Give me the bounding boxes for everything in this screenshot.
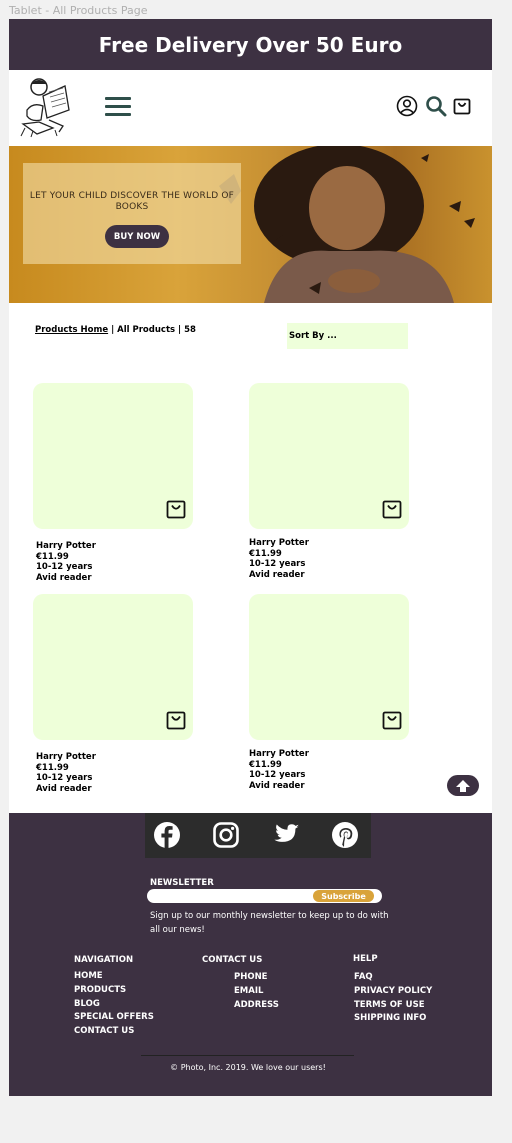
footer-link-email[interactable]: EMAIL [234, 985, 279, 999]
help-title: HELP [353, 954, 378, 964]
product-title[interactable]: Harry Potter [36, 541, 96, 552]
navigation-title: NAVIGATION [74, 955, 134, 965]
sort-dropdown[interactable]: Sort By ... [287, 323, 408, 349]
buy-now-button[interactable]: BUY NOW [105, 225, 169, 248]
hero-text-panel: LET YOUR CHILD DISCOVER THE WORLD OF BOO… [23, 163, 241, 264]
navigation-links: HOME PRODUCTS BLOG SPECIAL OFFERS CONTAC… [74, 970, 154, 1039]
hero-headline: LET YOUR CHILD DISCOVER THE WORLD OF BOO… [29, 191, 235, 212]
product-image[interactable] [249, 383, 409, 529]
add-to-cart-icon[interactable] [382, 498, 402, 520]
footer-link-terms-of-use[interactable]: TERMS OF USE [354, 999, 432, 1013]
newsletter-title: NEWSLETTER [150, 878, 214, 888]
subscribe-button[interactable]: Subscribe [313, 890, 374, 902]
promo-banner: Free Delivery Over 50 Euro [9, 19, 492, 70]
product-age: 10-12 years [249, 770, 306, 780]
copyright: © Photo, Inc. 2019. We love our users! [170, 1063, 326, 1072]
product-info: Harry Potter €11.99 10-12 years Avid rea… [36, 752, 96, 794]
footer-link-products[interactable]: PRODUCTS [74, 984, 154, 998]
footer-link-privacy-policy[interactable]: PRIVACY POLICY [354, 985, 432, 999]
footer-link-address[interactable]: ADDRESS [234, 999, 279, 1013]
product-level: Avid reader [249, 569, 305, 580]
breadcrumb-current: All Products [117, 325, 176, 335]
breadcrumb-products-home[interactable]: Products Home [35, 325, 108, 335]
contact-title: CONTACT US [202, 955, 263, 965]
add-to-cart-icon[interactable] [166, 498, 186, 520]
product-age: 10-12 years [36, 562, 93, 572]
arrow-up-icon [456, 779, 470, 792]
product-info: Harry Potter €11.99 10-12 years Avid rea… [249, 749, 309, 791]
product-count: 58 [184, 325, 196, 335]
logo[interactable] [19, 76, 73, 138]
product-price: €11.99 [36, 551, 69, 562]
footer-link-blog[interactable]: BLOG [74, 998, 154, 1012]
product-level: Avid reader [36, 572, 92, 583]
product-info: Harry Potter €11.99 10-12 years Avid rea… [249, 538, 309, 580]
help-links: FAQ PRIVACY POLICY TERMS OF USE SHIPPING… [354, 971, 432, 1026]
footer-link-home[interactable]: HOME [74, 970, 154, 984]
bag-icon[interactable] [452, 95, 472, 117]
frame-label: Tablet - All Products Page [9, 4, 148, 17]
contact-links: PHONE EMAIL ADDRESS [234, 971, 279, 1012]
site-header [9, 70, 492, 146]
search-icon[interactable] [425, 95, 447, 117]
menu-icon[interactable] [105, 97, 131, 117]
add-to-cart-icon[interactable] [166, 709, 186, 731]
product-price: €11.99 [249, 759, 282, 770]
product-info: Harry Potter €11.99 10-12 years Avid rea… [36, 541, 96, 583]
product-price: €11.99 [249, 548, 282, 559]
product-image[interactable] [249, 594, 409, 740]
footer-link-faq[interactable]: FAQ [354, 971, 432, 985]
site-footer: NEWSLETTER Subscribe Sign up to our mont… [9, 813, 492, 1096]
newsletter-description: Sign up to our monthly newsletter to kee… [150, 911, 389, 935]
product-title[interactable]: Harry Potter [36, 752, 96, 763]
footer-link-shipping-info[interactable]: SHIPPING INFO [354, 1012, 432, 1026]
footer-divider [141, 1055, 354, 1056]
footer-link-special-offers[interactable]: SPECIAL OFFERS [74, 1011, 154, 1025]
product-image[interactable] [33, 383, 193, 529]
promo-text: Free Delivery Over 50 Euro [98, 32, 403, 57]
breadcrumb-separator: | [178, 325, 182, 335]
hero-banner: LET YOUR CHILD DISCOVER THE WORLD OF BOO… [9, 146, 492, 303]
user-icon[interactable] [396, 95, 418, 117]
social-bar [145, 813, 371, 858]
page: Free Delivery Over 50 Euro LET YOUR CHIL… [9, 19, 492, 1096]
footer-link-phone[interactable]: PHONE [234, 971, 279, 985]
pinterest-icon[interactable] [331, 821, 359, 849]
breadcrumb-separator: | [111, 325, 115, 335]
facebook-icon[interactable] [153, 821, 181, 849]
footer-link-contact-us[interactable]: CONTACT US [74, 1025, 154, 1039]
product-age: 10-12 years [36, 773, 93, 783]
product-title[interactable]: Harry Potter [249, 538, 309, 549]
product-level: Avid reader [36, 783, 92, 794]
product-image[interactable] [33, 594, 193, 740]
product-age: 10-12 years [249, 559, 306, 569]
product-price: €11.99 [36, 762, 69, 773]
instagram-icon[interactable] [212, 821, 240, 849]
add-to-cart-icon[interactable] [382, 709, 402, 731]
back-to-top-button[interactable] [447, 775, 479, 796]
twitter-icon[interactable] [271, 821, 301, 849]
product-title[interactable]: Harry Potter [249, 749, 309, 760]
breadcrumb: Products Home | All Products | 58 [35, 325, 196, 335]
product-level: Avid reader [249, 780, 305, 791]
